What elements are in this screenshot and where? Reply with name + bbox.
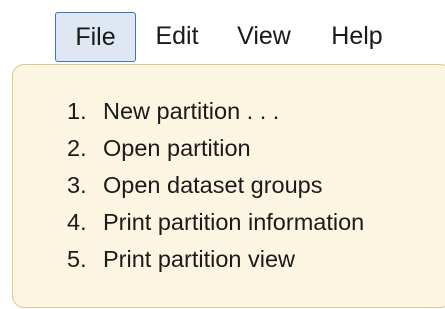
menu-item-number: 1.: [67, 98, 87, 124]
app-window: File Edit View Help 1. New partition . . …: [0, 0, 445, 309]
menu-item-label: Open dataset groups: [103, 172, 323, 198]
menu-item-new-partition[interactable]: 1. New partition . . .: [67, 93, 364, 130]
menu-item-open-dataset-groups[interactable]: 3. Open dataset groups: [67, 167, 364, 204]
menu-item-number: 2.: [67, 135, 87, 161]
menu-file[interactable]: File: [55, 12, 136, 62]
file-menu-list: 1. New partition . . . 2. Open partition 3…: [67, 93, 364, 278]
menu-item-label: Open partition: [103, 135, 251, 161]
menu-item-label: Print partition view: [103, 246, 295, 272]
menu-item-label: New partition . . .: [103, 98, 280, 124]
menu-item-open-partition[interactable]: 2. Open partition: [67, 130, 364, 167]
menu-view[interactable]: View: [226, 12, 302, 62]
menu-item-number: 4.: [67, 209, 87, 235]
menu-item-print-partition-view[interactable]: 5. Print partition view: [67, 241, 364, 278]
menu-bar: File Edit View Help: [0, 12, 445, 64]
menu-edit[interactable]: Edit: [145, 12, 209, 62]
menu-item-number: 3.: [67, 172, 87, 198]
menu-item-print-partition-information[interactable]: 4. Print partition information: [67, 204, 364, 241]
menu-item-number: 5.: [67, 246, 87, 272]
menu-help[interactable]: Help: [319, 12, 395, 62]
menu-item-label: Print partition information: [103, 209, 365, 235]
file-dropdown-menu: 1. New partition . . . 2. Open partition 3…: [12, 64, 445, 308]
